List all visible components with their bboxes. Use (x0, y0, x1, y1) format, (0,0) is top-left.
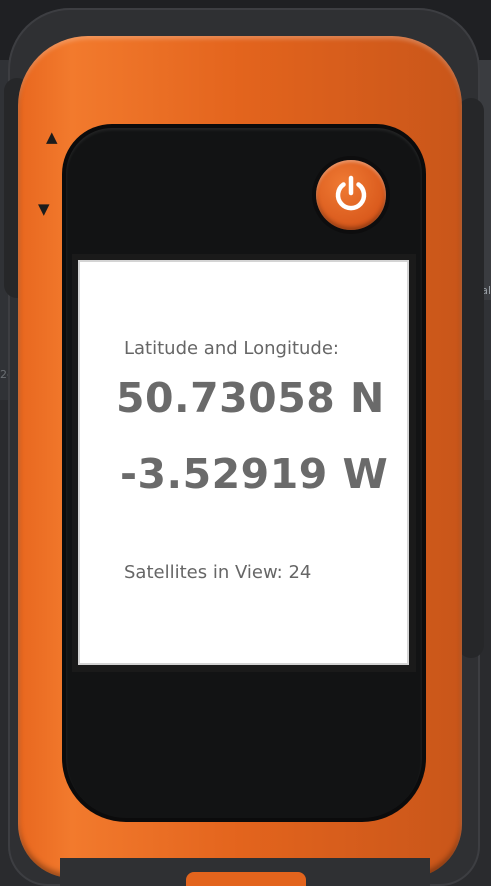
latitude-value: 50.73058 N (116, 374, 385, 422)
longitude-value: -3.52919 W (120, 450, 389, 498)
up-arrow-icon[interactable]: ▲ (46, 128, 58, 146)
down-arrow-icon[interactable]: ▼ (38, 200, 50, 218)
bottom-orange-tab (186, 872, 306, 886)
gps-simulator-stage: al 2e ▲ ▼ Latitude and Longitude: 50.730… (0, 0, 491, 886)
gps-screen: Latitude and Longitude: 50.73058 N -3.52… (78, 260, 409, 665)
lat-lon-label: Latitude and Longitude: (124, 338, 339, 359)
power-icon (335, 175, 367, 211)
satellites-in-view: Satellites in View: 24 (124, 562, 312, 583)
power-button[interactable] (316, 160, 386, 230)
